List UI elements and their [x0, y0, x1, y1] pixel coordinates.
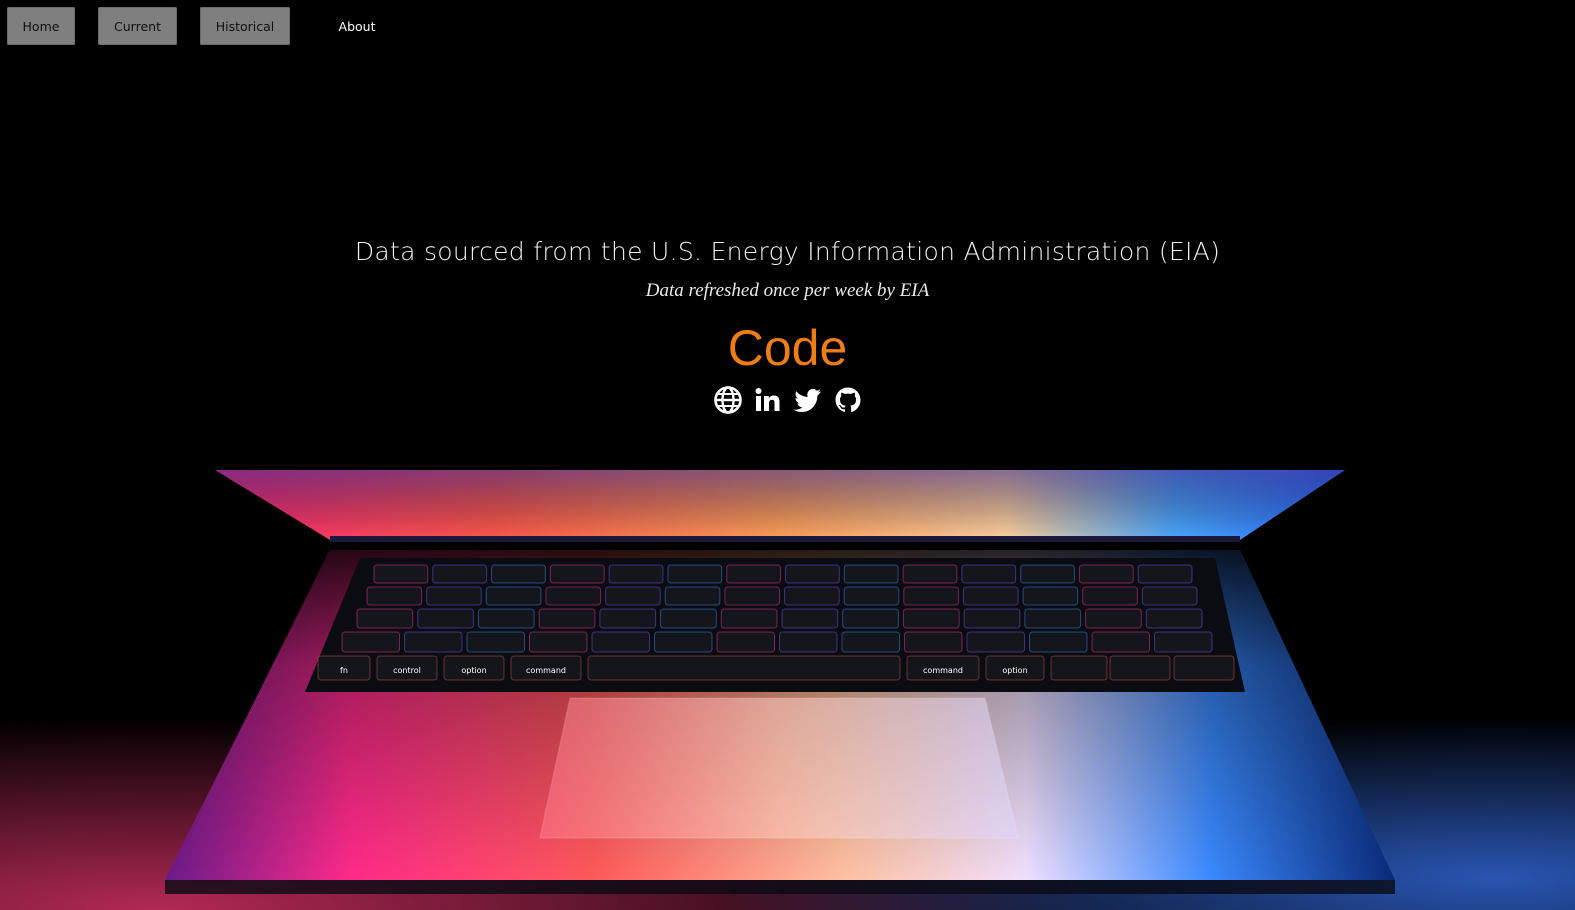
keyboard-key — [716, 631, 775, 653]
keyboard-key — [466, 631, 525, 653]
keyboard-key — [491, 564, 546, 584]
code-link[interactable]: Code — [0, 320, 1575, 376]
twitter-icon[interactable] — [792, 385, 823, 415]
keyboard-key-label: command — [923, 666, 963, 675]
social-links — [0, 385, 1575, 415]
nav-about-button[interactable]: About — [312, 7, 402, 45]
keyboard-key — [587, 655, 901, 681]
keyboard-key — [1082, 586, 1138, 606]
nav-home-button[interactable]: Home — [7, 7, 75, 45]
keyboard-key-label: control — [393, 666, 421, 675]
hero-section: Data sourced from the U.S. Energy Inform… — [0, 232, 1575, 415]
page-title: Data sourced from the U.S. Energy Inform… — [354, 237, 1221, 266]
keyboard-key — [1137, 564, 1193, 584]
keyboard-key — [426, 586, 482, 606]
keyboard-key — [963, 608, 1021, 629]
keyboard-key — [903, 586, 959, 606]
keyboard-key-label: command — [526, 666, 566, 675]
keyboard-key — [726, 564, 782, 584]
keyboard-key — [843, 564, 899, 584]
keyboard-key — [608, 564, 664, 584]
page: fn control option command command option Home… — [0, 0, 1575, 910]
laptop-background-image: fn control option command command option — [0, 470, 1575, 910]
keyboard-key — [667, 564, 723, 584]
keyboard-key — [785, 564, 840, 584]
keyboard-key — [1022, 586, 1079, 606]
keyboard-key — [1085, 608, 1142, 629]
keyboard-keys: fn control option command command option — [317, 564, 1235, 681]
keyboard-key — [1029, 631, 1088, 653]
keyboard-key — [784, 586, 840, 606]
keyboard-key — [781, 608, 839, 629]
keyboard-key — [654, 631, 713, 653]
page-subtitle: Data refreshed once per week by EIA — [645, 280, 930, 301]
keyboard-key — [966, 631, 1025, 653]
nav-historical-button[interactable]: Historical — [200, 7, 290, 45]
keyboard-key — [1109, 655, 1171, 681]
keyboard-key — [843, 586, 900, 606]
keyboard-key — [1020, 564, 1075, 584]
linkedin-icon[interactable] — [753, 385, 783, 415]
keyboard-key — [841, 631, 900, 653]
keyboard-key — [1141, 586, 1198, 606]
keyboard-key — [417, 608, 474, 629]
keyboard-key — [1050, 655, 1108, 681]
keyboard-key — [538, 608, 596, 629]
keyboard-key — [1154, 631, 1213, 653]
keyboard-key — [1091, 631, 1150, 653]
keyboard-key — [664, 586, 721, 606]
keyboard-key — [356, 608, 414, 629]
keyboard-key — [660, 608, 717, 629]
top-nav: Home Current Historical About — [7, 7, 402, 45]
keyboard-key — [724, 586, 780, 606]
keyboard-key — [1173, 655, 1235, 681]
keyboard-key — [904, 631, 963, 653]
keyboard-key — [961, 564, 1017, 584]
keyboard-key — [779, 631, 838, 653]
keyboard-key-label: option — [1002, 666, 1027, 675]
keyboard-key-label: option — [461, 666, 486, 675]
keyboard-key — [545, 586, 602, 606]
keyboard-key — [1078, 564, 1134, 584]
keyboard-key-label: fn — [340, 666, 348, 675]
keyboard-key — [366, 586, 423, 606]
keyboard-key — [902, 608, 960, 629]
keyboard-key — [591, 631, 650, 653]
keyboard-key — [432, 564, 488, 584]
keyboard-key — [1024, 608, 1082, 629]
keyboard-key — [605, 586, 661, 606]
keyboard-key — [902, 564, 958, 584]
keyboard-key — [962, 586, 1019, 606]
keyboard-key — [485, 586, 542, 606]
keyboard-key — [529, 631, 588, 653]
keyboard-key — [404, 631, 463, 653]
keyboard-key — [720, 608, 778, 629]
github-icon[interactable] — [833, 385, 863, 415]
keyboard-key — [1145, 608, 1203, 629]
globe-icon[interactable] — [713, 385, 743, 415]
keyboard-key — [549, 564, 605, 584]
keyboard-key — [842, 608, 899, 629]
keyboard-key — [341, 631, 400, 653]
keyboard-key — [373, 564, 429, 584]
nav-current-button[interactable]: Current — [98, 7, 177, 45]
keyboard-key — [599, 608, 657, 629]
keyboard-key — [477, 608, 535, 629]
